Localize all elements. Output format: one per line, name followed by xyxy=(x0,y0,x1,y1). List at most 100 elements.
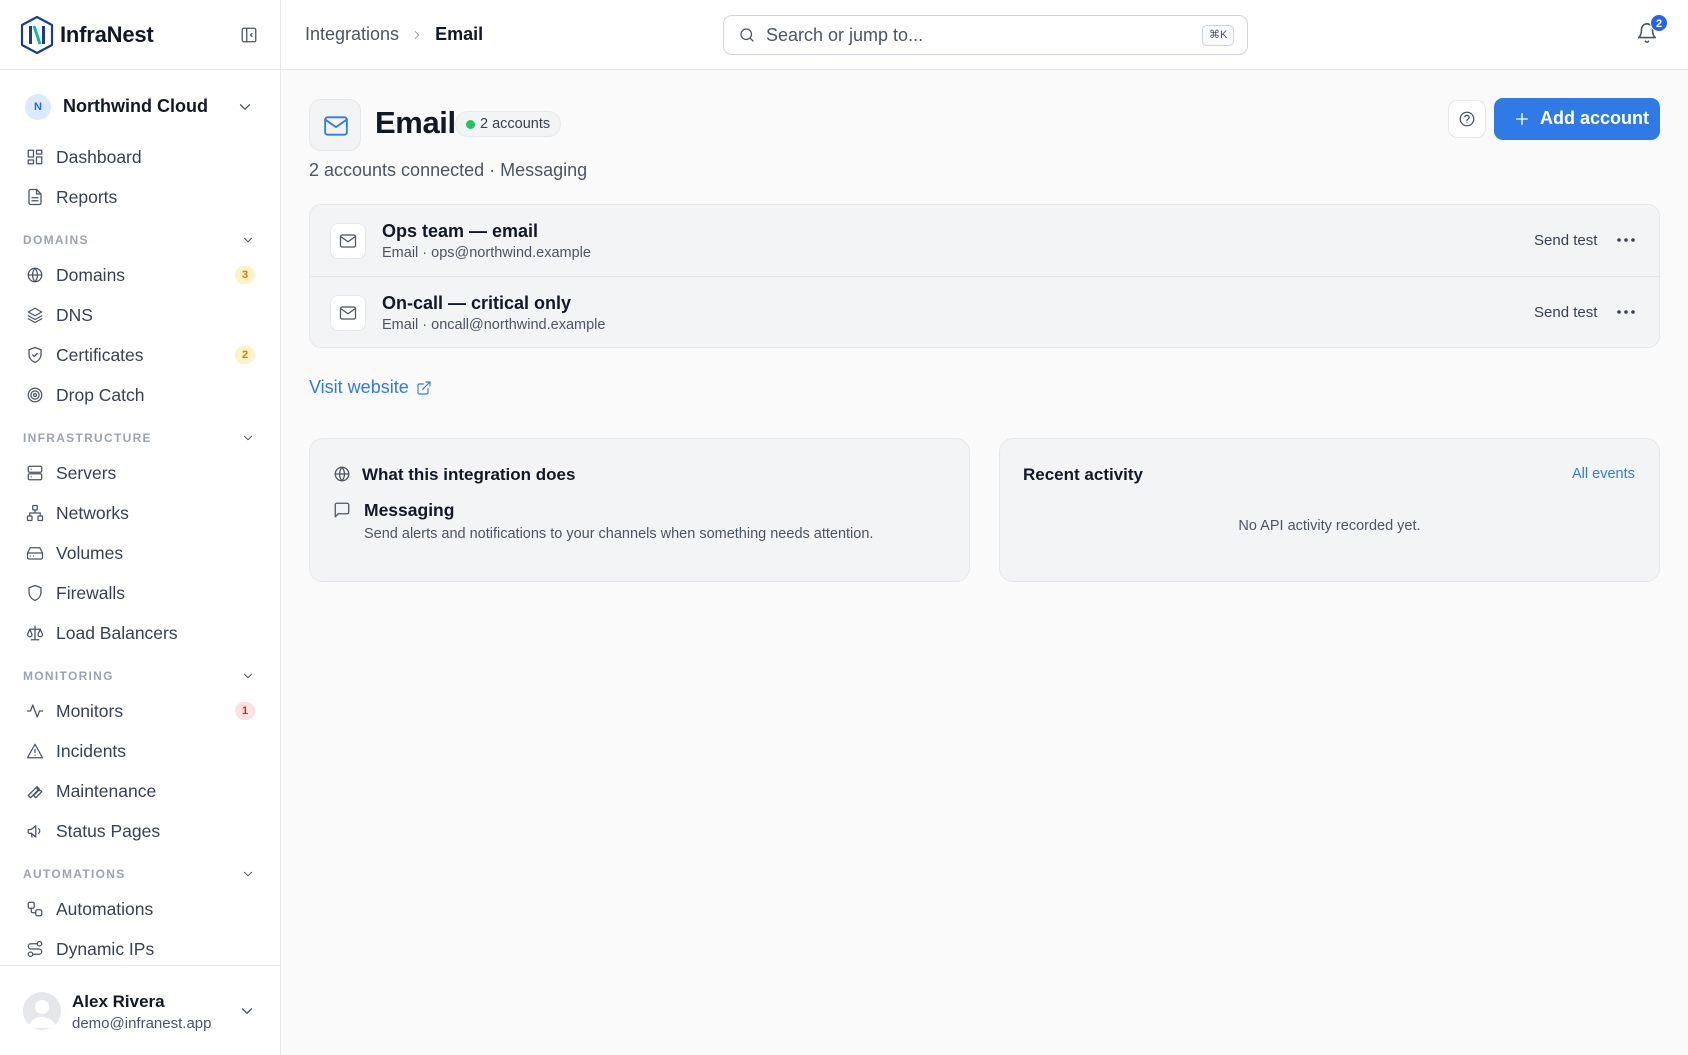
more-horizontal-icon[interactable] xyxy=(1615,302,1637,322)
help-button[interactable] xyxy=(1448,100,1486,138)
hard-drive-icon xyxy=(26,547,44,560)
visit-website-link[interactable]: Visit website xyxy=(309,377,432,398)
search-box[interactable]: ⌘K xyxy=(723,15,1248,55)
brand-header: InfraNest xyxy=(0,0,280,70)
section-monitoring[interactable]: MONITORING xyxy=(23,666,259,686)
globe-icon xyxy=(27,267,43,283)
sidebar-item-load-balancers[interactable]: Load Balancers xyxy=(24,616,260,650)
sidebar-item-firewalls[interactable]: Firewalls xyxy=(24,576,260,610)
server-icon xyxy=(27,465,43,481)
card-title: What this integration does xyxy=(362,465,576,484)
sidebar-item-certificates[interactable]: Certificates 2 xyxy=(24,338,260,372)
chevron-down-icon xyxy=(244,237,252,243)
count-badge: 3 xyxy=(235,266,255,284)
feature-title: Messaging xyxy=(364,500,455,520)
help-circle-icon xyxy=(1459,111,1475,127)
count-badge: 1 xyxy=(235,702,255,720)
globe-icon xyxy=(334,466,350,482)
mail-icon xyxy=(339,306,357,320)
sidebar-item-label: DNS xyxy=(56,305,93,325)
sidebar-item-label: Domains xyxy=(56,265,126,285)
layers-icon xyxy=(27,307,43,324)
section-domains[interactable]: DOMAINS xyxy=(23,230,259,250)
account-icon-tile xyxy=(330,295,366,331)
target-icon xyxy=(27,387,43,403)
chevron-down-icon xyxy=(244,871,252,877)
card-title: Recent activity xyxy=(1023,465,1143,484)
sidebar-item-dns[interactable]: DNS xyxy=(24,298,260,332)
page-title: Email xyxy=(375,105,456,140)
status-dot xyxy=(466,120,475,129)
search-icon xyxy=(740,28,754,42)
sidebar-item-domains[interactable]: Domains 3 xyxy=(24,258,260,292)
sidebar-item-volumes[interactable]: Volumes xyxy=(24,536,260,570)
shield-check-icon xyxy=(28,346,42,364)
sidebar-item-label: Monitors xyxy=(56,701,124,721)
breadcrumb-integrations-link[interactable]: Integrations xyxy=(305,24,399,45)
sidebar: InfraNest N Northwind Cloud Dashboard Re… xyxy=(0,0,281,1055)
sidebar-collapse-icon[interactable] xyxy=(240,26,258,44)
search-input[interactable] xyxy=(766,22,1186,48)
empty-state: No API activity recorded yet. xyxy=(1238,518,1421,534)
external-link-icon xyxy=(417,380,431,395)
recent-activity-card: Recent activity All events No API activi… xyxy=(999,438,1660,582)
main-content: Email 2 accounts 2 accounts connected · … xyxy=(281,70,1688,1055)
sidebar-item-label: Servers xyxy=(56,463,117,483)
mail-icon xyxy=(324,116,348,136)
list-item[interactable]: Ops team — email Email · ops@northwind.e… xyxy=(310,205,1659,277)
sidebar-item-label: Status Pages xyxy=(56,821,161,841)
sidebar-item-maintenance[interactable]: Maintenance xyxy=(24,774,260,808)
notifications-button[interactable]: 2 xyxy=(1636,14,1668,50)
breadcrumb-current: Email xyxy=(435,24,484,44)
org-switcher[interactable]: N Northwind Cloud xyxy=(24,92,260,122)
count-badge: 2 xyxy=(235,346,255,364)
sidebar-item-servers[interactable]: Servers xyxy=(24,456,260,490)
add-account-label: Add account xyxy=(1540,108,1650,128)
notification-count-badge: 2 xyxy=(1650,14,1668,32)
section-infrastructure[interactable]: INFRASTRUCTURE xyxy=(23,428,259,448)
account-name: Ops team — email xyxy=(382,221,539,241)
status-badge: 2 accounts xyxy=(455,111,562,137)
send-test-button[interactable]: Send test xyxy=(1534,304,1597,321)
breadcrumb: Integrations Email xyxy=(305,24,483,45)
chevron-down-icon xyxy=(244,435,252,441)
page-subtitle: 2 accounts connected · Messaging xyxy=(309,160,588,180)
sidebar-item-incidents[interactable]: Incidents xyxy=(24,734,260,768)
chevron-right-icon xyxy=(414,30,420,39)
accounts-list: Ops team — email Email · ops@northwind.e… xyxy=(309,204,1660,348)
mail-icon xyxy=(339,234,357,248)
sidebar-item-label: Dynamic IPs xyxy=(56,939,155,959)
chevron-down-icon xyxy=(241,1008,253,1014)
sidebar-item-drop-catch[interactable]: Drop Catch xyxy=(24,378,260,412)
network-icon xyxy=(26,504,44,522)
infranest-logo-icon[interactable] xyxy=(19,15,55,55)
dashboard-icon xyxy=(27,149,43,165)
alert-triangle-icon xyxy=(26,743,44,759)
user-menu[interactable]: Alex Rivera demo@infranest.app xyxy=(0,965,280,1055)
more-horizontal-icon[interactable] xyxy=(1615,230,1637,250)
sidebar-item-dashboard[interactable]: Dashboard xyxy=(24,140,260,174)
list-item[interactable]: On-call — critical only Email · oncall@n… xyxy=(310,276,1659,347)
send-test-button[interactable]: Send test xyxy=(1534,232,1597,249)
all-events-link[interactable]: All events xyxy=(1572,466,1635,482)
sidebar-item-label: Networks xyxy=(56,503,129,523)
org-name: Northwind Cloud xyxy=(63,96,208,116)
section-automations[interactable]: AUTOMATIONS xyxy=(23,864,259,884)
chevron-down-icon xyxy=(239,104,251,110)
sidebar-item-networks[interactable]: Networks xyxy=(24,496,260,530)
workflow-icon xyxy=(27,901,43,917)
add-account-button[interactable]: Add account xyxy=(1494,98,1660,140)
activity-icon xyxy=(26,704,44,718)
megaphone-icon xyxy=(27,825,41,838)
sidebar-item-dynamic-ips[interactable]: Dynamic IPs xyxy=(24,932,260,966)
sidebar-item-automations[interactable]: Automations xyxy=(24,892,260,926)
sidebar-item-monitors[interactable]: Monitors 1 xyxy=(24,694,260,728)
user-name: Alex Rivera xyxy=(72,992,165,1011)
sidebar-item-label: Automations xyxy=(56,899,154,919)
sidebar-item-reports[interactable]: Reports xyxy=(24,180,260,214)
org-avatar: N xyxy=(25,94,51,120)
sidebar-item-status-pages[interactable]: Status Pages xyxy=(24,814,260,848)
visit-website-label: Visit website xyxy=(309,377,409,397)
section-title: INFRASTRUCTURE xyxy=(23,431,152,445)
chevron-down-icon xyxy=(244,673,252,679)
